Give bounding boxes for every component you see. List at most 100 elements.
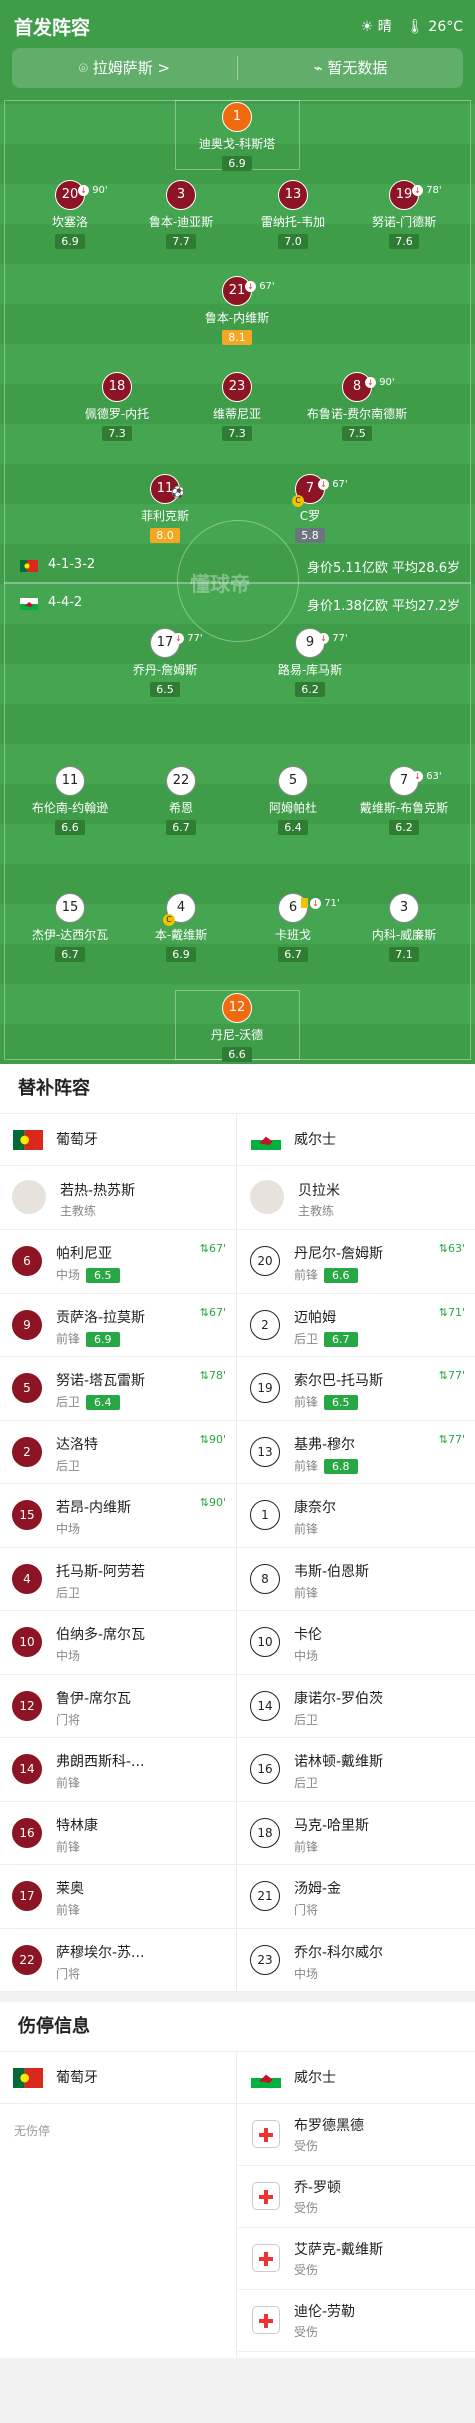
sub-out-icon: ↓ <box>318 632 329 644</box>
sub-player-row[interactable]: 22 萨穆埃尔-苏... 门将 <box>0 1929 236 1992</box>
sub-player-row[interactable]: 23 乔尔-科尔威尔 中场 <box>238 1929 475 1992</box>
away-player[interactable]: 6 ↓ 71' 卡班戈 6.7 <box>233 893 353 962</box>
away-player[interactable]: 11 布伦南-约翰逊 6.6 <box>10 766 130 835</box>
stadium-link[interactable]: ⌾ 拉姆萨斯 > <box>12 48 237 88</box>
home-team-header: 葡萄牙 <box>0 1114 236 1166</box>
away-player[interactable]: 15 杰伊-达西尔瓦 6.7 <box>10 893 130 962</box>
lineup-pitch: 首发阵容 ☀ 晴 🌡 26°C ⌾ 拉姆萨斯 > ⌁ 暂无数据 1 迪奥戈-科斯… <box>0 0 475 1064</box>
home-player[interactable]: 20 ↓ 90' 坎塞洛 6.9 <box>10 180 130 249</box>
sub-player-row[interactable]: 18 马克-哈里斯 前锋 <box>238 1802 475 1865</box>
weather-info: ☀ 晴 🌡 26°C <box>361 16 463 36</box>
sub-in-icon: ⇅ <box>199 1369 209 1382</box>
coach-avatar <box>12 1180 46 1214</box>
away-player[interactable]: 17 ↓ 77' 乔丹-詹姆斯 6.5 <box>105 628 225 697</box>
sub-player-row[interactable]: 5 努诺-塔瓦雷斯 后卫 6.4 ⇅78' <box>0 1357 236 1421</box>
sub-out-icon: ↓ <box>412 184 423 196</box>
sub-number: 4 <box>12 1563 42 1594</box>
sub-position: 门将 <box>56 1966 81 1981</box>
home-player[interactable]: 23 维蒂尼亚 7.3 <box>177 372 297 441</box>
sun-icon: ☀ <box>360 19 374 35</box>
referee-info: ⌁ 暂无数据 <box>238 48 463 88</box>
sub-player-row[interactable]: 8 韦斯-伯恩斯 前锋 <box>238 1548 475 1611</box>
goal-ball-icon: ⚽ <box>171 486 185 499</box>
player-rating: 6.9 <box>222 156 252 171</box>
home-player[interactable]: 7 ↓ 67' C C罗 5.8 <box>250 474 370 543</box>
sub-number: 21 <box>250 1881 280 1911</box>
sub-player-row[interactable]: 16 诺林顿-戴维斯 后卫 <box>238 1738 475 1802</box>
sub-player-row[interactable]: 2 迈帕姆 后卫 6.7 ⇅71' <box>238 1294 475 1357</box>
home-player-gk[interactable]: 1 迪奥戈-科斯塔 6.9 <box>177 102 297 171</box>
player-rating: 6.7 <box>278 947 308 962</box>
sub-player-row[interactable]: 17 莱奥 前锋 <box>0 1865 236 1929</box>
player-name: 雷纳托-韦加 <box>260 215 326 229</box>
sub-number: 2 <box>12 1436 42 1467</box>
home-coach[interactable]: 若热-热苏斯 主教练 <box>0 1166 236 1230</box>
sub-player-row[interactable]: 14 康诺尔-罗伯茨 后卫 <box>238 1675 475 1738</box>
sub-player-row[interactable]: 14 弗朗西斯科-... 前锋 <box>0 1738 236 1802</box>
sub-out-icon: ↓ <box>78 184 89 196</box>
sub-name: 马克-哈里斯 <box>294 1817 370 1834</box>
away-player[interactable]: 9 ↓ 77' 路易-库马斯 6.2 <box>250 628 370 697</box>
sub-number: 10 <box>250 1627 280 1657</box>
sub-name: 丹尼尔-詹姆斯 <box>294 1246 384 1262</box>
sub-player-row[interactable]: 6 帕利尼亚 中场 6.5 ⇅67' <box>0 1230 236 1294</box>
away-player-gk[interactable]: 12 丹尼-沃德 6.6 <box>177 993 297 1062</box>
away-player[interactable]: 5 阿姆帕杜 6.4 <box>233 766 353 835</box>
sub-number: 20 <box>250 1246 280 1276</box>
sub-player-row[interactable]: 16 特林康 前锋 <box>0 1802 236 1865</box>
sub-position: 中场 <box>56 1522 81 1536</box>
injury-row[interactable]: 布罗德黑德 受伤 <box>238 2104 475 2166</box>
sub-player-row[interactable]: 21 汤姆-金 门将 <box>238 1865 475 1929</box>
sub-number: 9 <box>12 1309 42 1340</box>
header-bar: 首发阵容 ☀ 晴 🌡 26°C <box>0 0 475 48</box>
sub-position: 后卫 <box>56 1458 81 1473</box>
coach-avatar <box>250 1180 284 1214</box>
away-player[interactable]: 4C 本-戴维斯 6.9 <box>121 893 241 962</box>
sub-in-time: ⇅77' <box>438 1369 465 1382</box>
sub-player-row[interactable]: 15 若昂-内维斯 中场 ⇅90' <box>0 1484 236 1548</box>
sub-in-time: ⇅67' <box>199 1305 226 1319</box>
injury-row[interactable]: 乔-罗顿 受伤 <box>238 2166 475 2228</box>
wales-flag-icon <box>251 2068 281 2088</box>
sub-position: 后卫 <box>294 1712 319 1727</box>
home-player[interactable]: 11 ⚽ 菲利克斯 8.0 <box>105 474 225 543</box>
away-coach[interactable]: 贝拉米 主教练 <box>238 1166 475 1230</box>
sub-player-row[interactable]: 4 托马斯-阿劳若 后卫 <box>0 1548 236 1611</box>
injury-row[interactable]: 迪伦-劳勒 受伤 <box>238 2290 475 2352</box>
sub-rating: 6.9 <box>86 1331 120 1347</box>
sub-player-row[interactable]: 1 康奈尔 前锋 <box>238 1484 475 1548</box>
sub-player-row[interactable]: 9 贡萨洛-拉莫斯 前锋 6.9 ⇅67' <box>0 1294 236 1357</box>
sub-player-row[interactable]: 12 鲁伊-席尔瓦 门将 <box>0 1675 236 1738</box>
sub-player-row[interactable]: 10 卡伦 中场 <box>238 1611 475 1675</box>
injury-section: 伤停信息 葡萄牙 无伤停 威尔士 布罗德黑德 受伤 乔-罗顿 受伤 艾萨克-戴维斯 受伤迪… <box>0 2002 475 2358</box>
sub-in-time: ⇅90' <box>199 1432 226 1446</box>
sub-player-row[interactable]: 13 基弗-穆尔 前锋 6.8 ⇅77' <box>238 1421 475 1484</box>
away-player[interactable]: 7 ↓ 63' 戴维斯-布鲁克斯 6.2 <box>344 766 464 835</box>
home-injury-header: 葡萄牙 <box>0 2052 236 2104</box>
injury-status: 受伤 <box>294 2201 319 2215</box>
sub-number: 5 <box>12 1373 42 1403</box>
home-player[interactable]: 8 ↓ 90' 布鲁诺-费尔南德斯 7.5 <box>297 372 417 441</box>
away-player[interactable]: 3 内科-威廉斯 7.1 <box>344 893 464 962</box>
home-player[interactable]: 19 ↓ 78' 努诺-门德斯 7.6 <box>344 180 464 249</box>
sub-number: 16 <box>12 1817 42 1848</box>
sub-player-row[interactable]: 10 伯纳多-席尔瓦 中场 <box>0 1611 236 1675</box>
coach-name: 若热-热苏斯 <box>60 1183 136 1199</box>
sub-player-row[interactable]: 2 达洛特 后卫 ⇅90' <box>0 1421 236 1484</box>
away-team-header: 威尔士 <box>238 1114 475 1166</box>
sub-name: 托马斯-阿劳若 <box>56 1563 146 1580</box>
sub-in-time: ⇅78' <box>199 1369 226 1382</box>
home-player[interactable]: 13 雷纳托-韦加 7.0 <box>233 180 353 249</box>
portugal-flag-icon <box>13 2068 43 2088</box>
home-player[interactable]: 21 ↓ 67' 鲁本-内维斯 8.1 <box>177 276 297 345</box>
home-player[interactable]: 3 鲁本-迪亚斯 7.7 <box>121 180 241 249</box>
sub-player-row[interactable]: 20 丹尼尔-詹姆斯 前锋 6.6 ⇅63' <box>238 1230 475 1294</box>
injury-row[interactable]: 艾萨克-戴维斯 受伤 <box>238 2228 475 2290</box>
home-player[interactable]: 18 佩德罗-内托 7.3 <box>57 372 177 441</box>
player-name: 佩德罗-内托 <box>84 407 150 421</box>
sub-player-row[interactable]: 19 索尔巴-托马斯 前锋 6.5 ⇅77' <box>238 1357 475 1421</box>
sub-position: 前锋 6.6 <box>294 1266 358 1283</box>
sub-number: 1 <box>250 1500 280 1530</box>
away-player[interactable]: 22 希恩 6.7 <box>121 766 241 835</box>
sub-number: 6 <box>12 1246 42 1276</box>
